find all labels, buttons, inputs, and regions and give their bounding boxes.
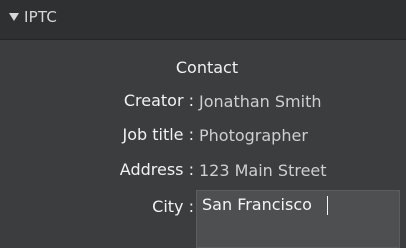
field-row-job-title: Job title : Photographer <box>0 125 406 151</box>
job-title-value[interactable]: Photographer <box>199 126 308 145</box>
panel-title: IPTC <box>24 8 58 26</box>
iptc-panel: IPTC Contact Creator : Jonathan Smith Jo… <box>0 0 406 248</box>
disclosure-triangle-icon[interactable] <box>9 13 19 21</box>
creator-value[interactable]: Jonathan Smith <box>199 92 322 111</box>
section-heading-contact: Contact <box>175 58 239 77</box>
creator-label: Creator : <box>123 91 194 110</box>
address-label: Address : <box>119 160 194 179</box>
address-value[interactable]: 123 Main Street <box>199 161 327 180</box>
job-title-label: Job title : <box>122 125 194 144</box>
text-caret <box>327 196 328 215</box>
city-label: City : <box>152 197 194 216</box>
panel-header[interactable]: IPTC <box>0 0 406 40</box>
field-row-address: Address : 123 Main Street <box>0 160 406 186</box>
field-row-creator: Creator : Jonathan Smith <box>0 91 406 117</box>
city-input[interactable]: San Francisco <box>196 190 400 248</box>
